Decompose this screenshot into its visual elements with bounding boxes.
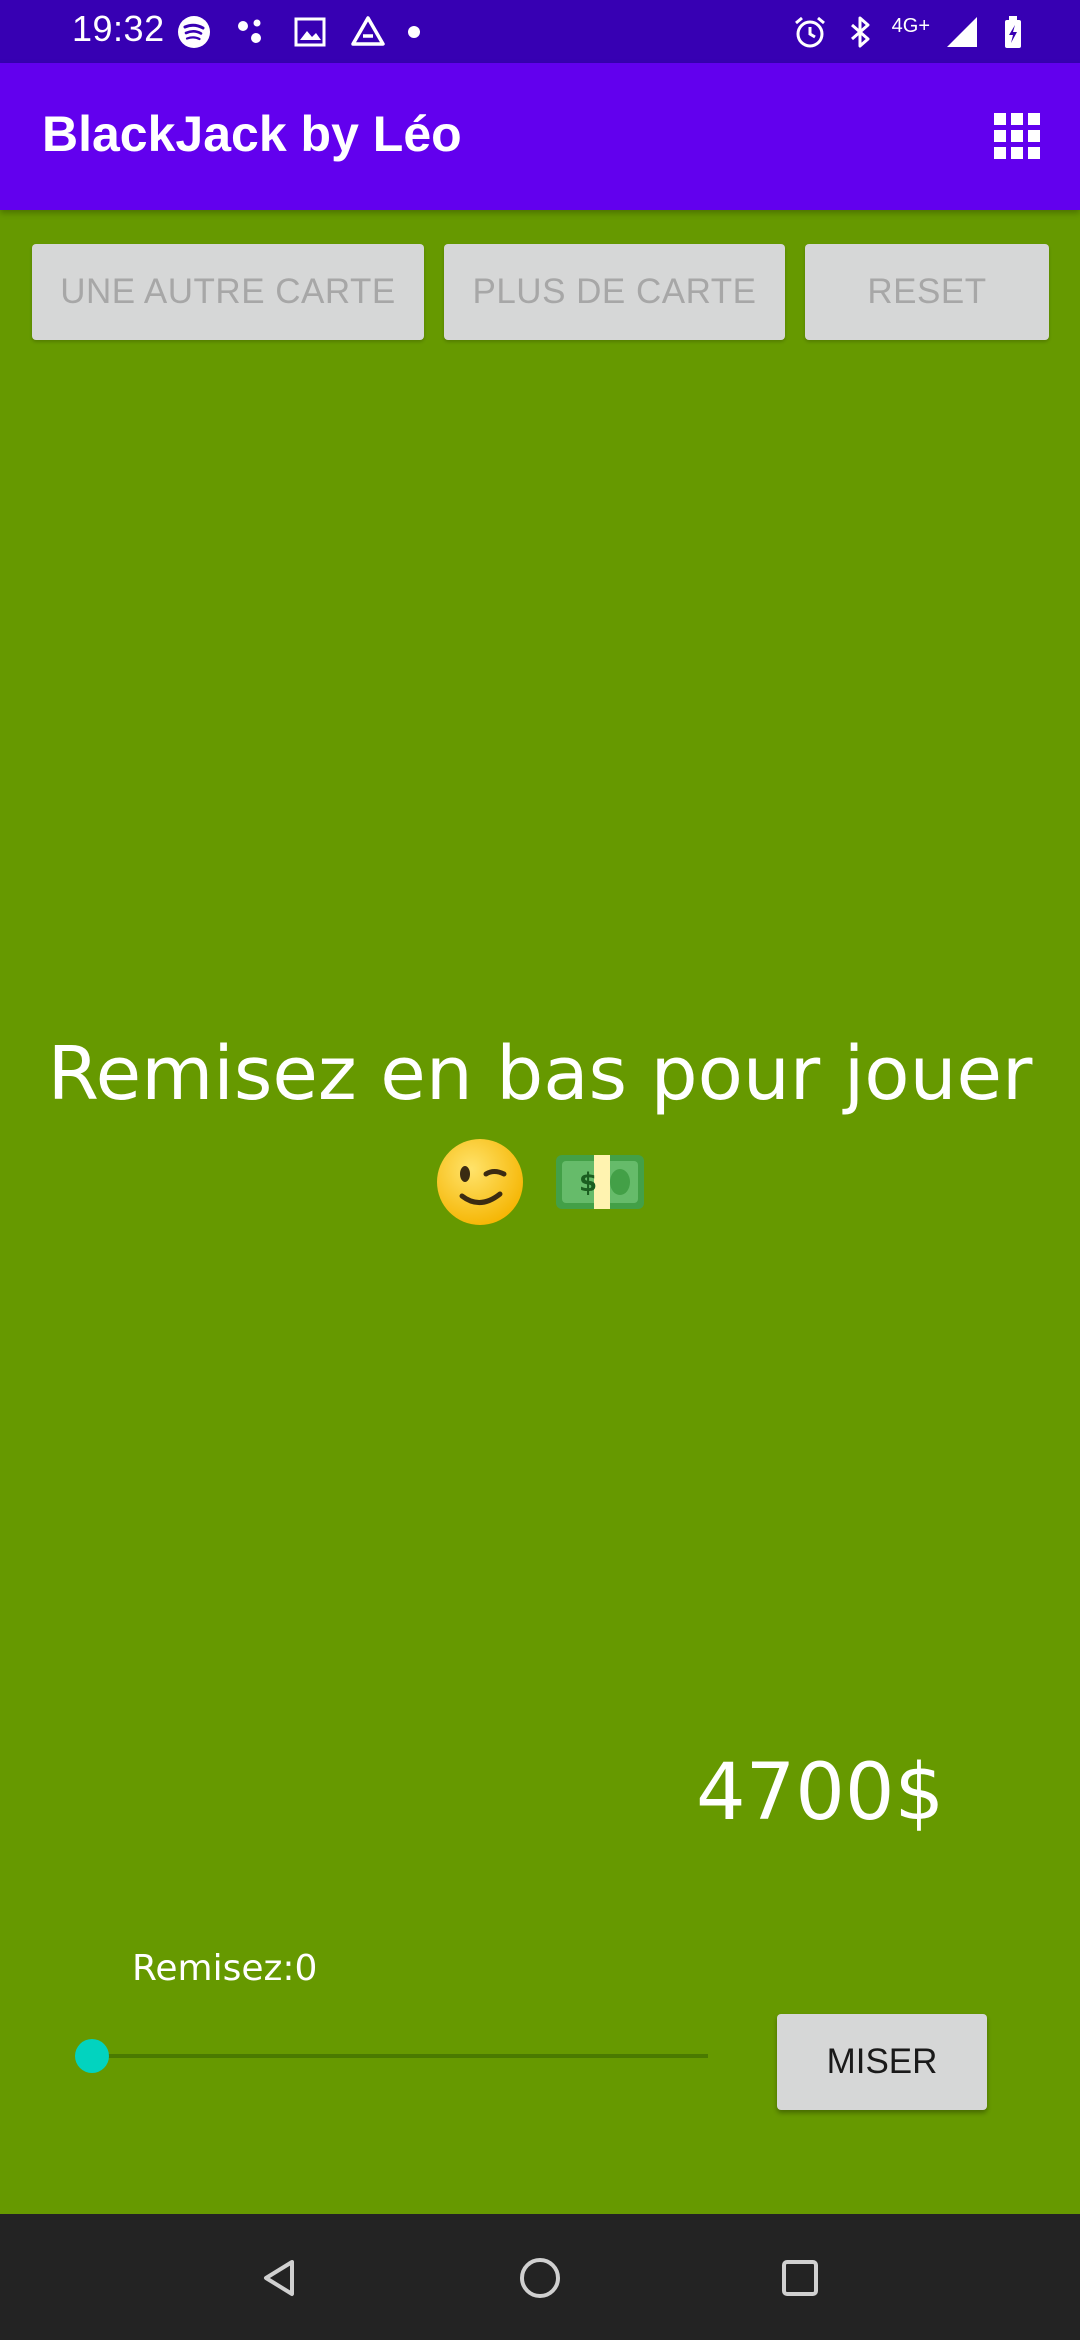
money-emoji: $ [556,1155,644,1209]
bluetooth-icon [850,16,870,48]
play-message: Remisez en bas pour jouer [47,1031,1033,1117]
no-more-cards-button[interactable]: PLUS DE CARTE [444,244,785,340]
bet-slider-track[interactable] [92,2054,708,2058]
grid-icon[interactable] [994,113,1040,159]
svg-text:$: $ [579,1168,597,1198]
spotify-icon [178,16,210,48]
alarm-icon [794,16,825,48]
signal-icon [947,17,977,47]
status-right-icons: 4G+ [792,12,1030,52]
battery-icon [1005,16,1021,48]
drive-icon [351,16,385,46]
home-icon[interactable] [512,2250,568,2306]
emoji-row: $ [0,1136,1080,1228]
nav-bar [0,2214,1080,2340]
another-card-button[interactable]: UNE AUTRE CARTE [32,244,424,340]
bet-label: Remisez:0 [132,1948,318,1989]
dots-icon [238,19,261,43]
screen: 19:32 4G+ BlackJack by Léo UNE AUTRE CAR… [0,0,1080,2340]
bet-button[interactable]: MISER [777,2014,987,2110]
back-icon[interactable] [252,2250,308,2306]
bet-slider-thumb[interactable] [75,2039,109,2073]
status-bar: 19:32 4G+ [0,0,1080,63]
network-label: 4G+ [891,15,930,37]
image-icon [294,17,326,47]
app-bar: BlackJack by Léo [0,63,1080,210]
reset-button[interactable]: RESET [805,244,1049,340]
status-time: 19:32 [72,8,165,49]
dot-icon [408,26,420,38]
balance-amount: 4700$ [696,1748,945,1838]
wink-emoji [437,1139,523,1225]
recents-icon[interactable] [772,2250,828,2306]
status-left-icons [176,12,420,52]
app-title: BlackJack by Léo [42,106,462,162]
